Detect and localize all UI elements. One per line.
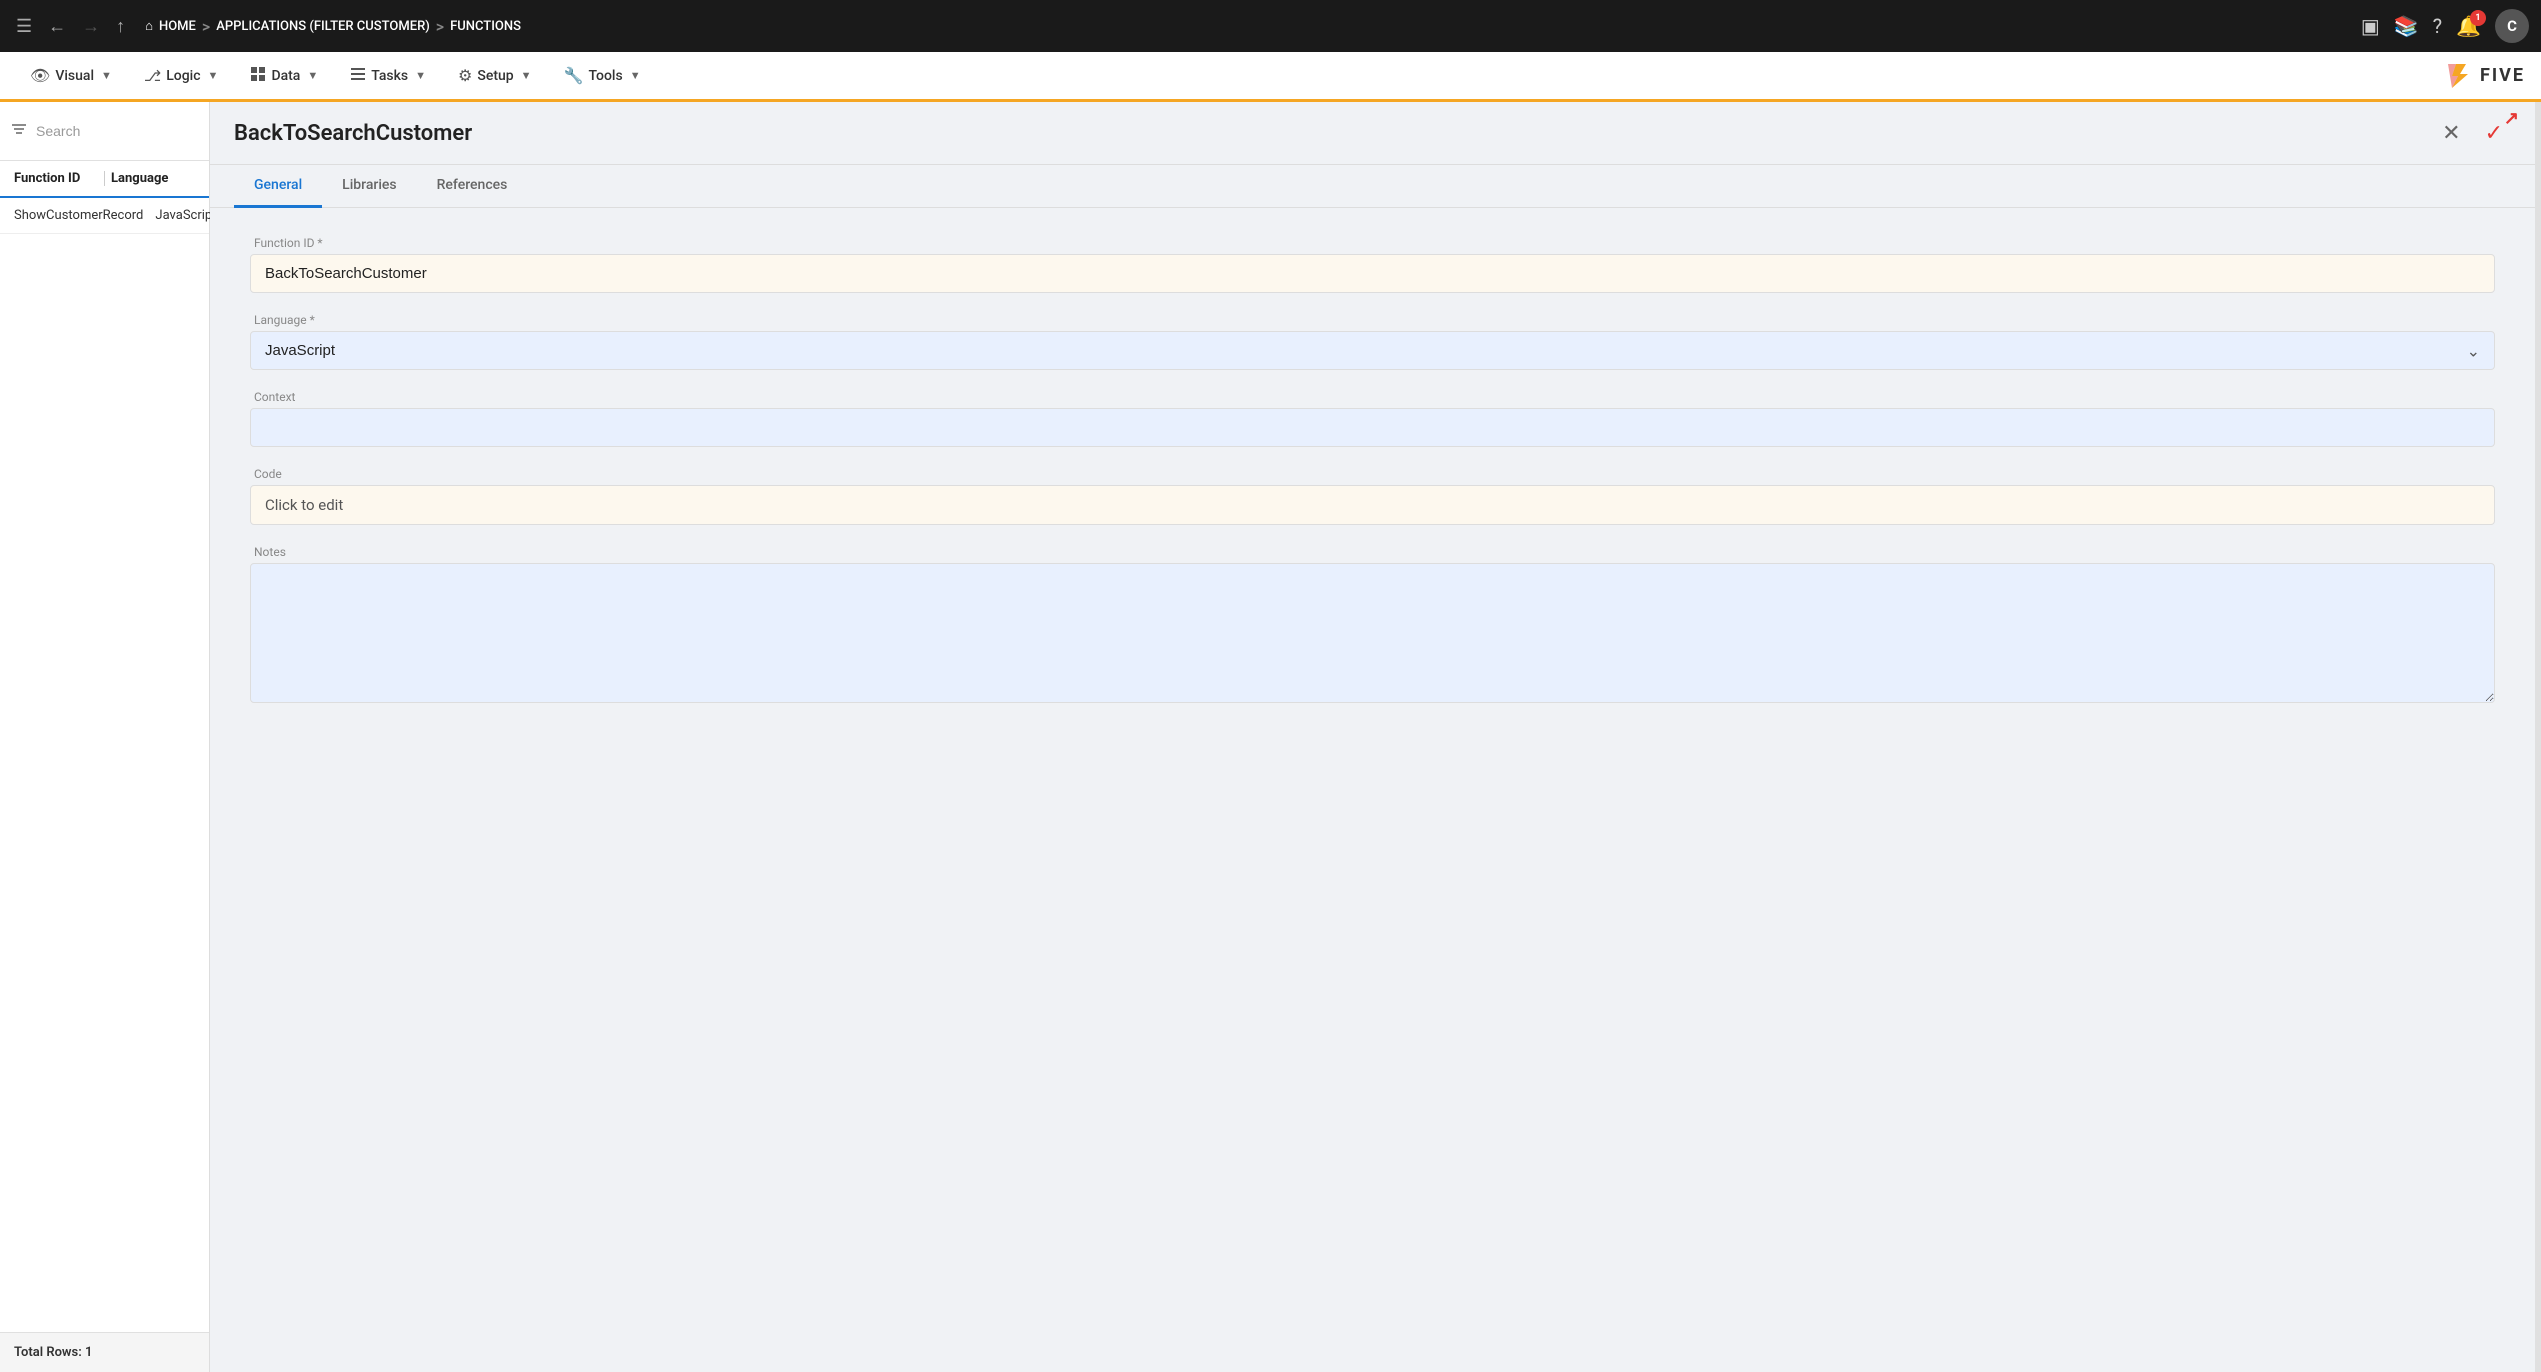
notes-label: Notes	[250, 545, 2495, 559]
logic-chevron: ▼	[208, 69, 219, 82]
breadcrumb: ⌂ HOME > APPLICATIONS (FILTER CUSTOMER) …	[145, 17, 521, 36]
breadcrumb-home[interactable]: HOME	[159, 19, 196, 34]
menu-setup-label: Setup	[477, 68, 513, 84]
support-icon[interactable]: ▣	[2361, 14, 2380, 38]
code-label: Code	[250, 467, 2495, 481]
five-logo-text: FIVE	[2480, 65, 2525, 86]
forward-icon[interactable]: →	[78, 12, 104, 41]
tab-libraries[interactable]: Libraries	[322, 165, 416, 208]
function-id-input[interactable]	[250, 254, 2495, 293]
setup-chevron: ▼	[521, 69, 532, 82]
filter-icon[interactable]	[10, 120, 28, 143]
notes-field: Notes	[250, 545, 2495, 703]
menu-tasks-label: Tasks	[371, 68, 408, 84]
right-scrollbar[interactable]	[2535, 102, 2541, 1372]
menu-logic-label: Logic	[166, 68, 200, 84]
main-content: + Function ID Language ShowCustomerRecor…	[0, 102, 2541, 1372]
menu-bar: 👁 Visual ▼ ⎇ Logic ▼ Data ▼ Tasks ▼ ⚙ Se…	[0, 52, 2541, 102]
library-icon[interactable]: 📚	[2394, 14, 2419, 38]
notes-input[interactable]	[250, 563, 2495, 703]
row-language: JavaScript	[155, 208, 216, 223]
tools-chevron: ▼	[630, 69, 641, 82]
table-rows-container: ShowCustomerRecord JavaScript	[0, 198, 209, 234]
menu-setup[interactable]: ⚙ Setup ▼	[444, 58, 546, 93]
home-icon: ⌂	[145, 18, 153, 34]
context-input[interactable]	[250, 408, 2495, 447]
menu-data-label: Data	[271, 68, 300, 84]
record-actions: ✕ ✓ ↗	[2434, 116, 2511, 150]
code-edit-area[interactable]: Click to edit	[250, 485, 2495, 525]
menu-visual-label: Visual	[55, 68, 94, 84]
visual-icon: 👁	[30, 66, 50, 85]
language-select[interactable]: JavaScript Python TypeScript	[251, 332, 2494, 369]
tab-references[interactable]: References	[417, 165, 528, 208]
tools-icon: 🔧	[564, 66, 584, 85]
context-label: Context	[250, 390, 2495, 404]
tab-general[interactable]: General	[234, 165, 322, 208]
tabs-bar: General Libraries References	[210, 165, 2535, 208]
breadcrumb-functions[interactable]: FUNCTIONS	[450, 19, 521, 34]
menu-logic[interactable]: ⎇ Logic ▼	[130, 59, 233, 93]
function-id-field: Function ID *	[250, 236, 2495, 293]
arrow-indicator: ↗	[2504, 108, 2519, 129]
tasks-icon	[350, 66, 366, 86]
record-header: BackToSearchCustomer ✕ ✓ ↗	[210, 102, 2535, 165]
language-select-wrapper: JavaScript Python TypeScript ⌄	[250, 331, 2495, 370]
avatar[interactable]: C	[2495, 9, 2529, 43]
breadcrumb-sep-2: >	[436, 17, 444, 36]
close-button[interactable]: ✕	[2434, 116, 2468, 150]
col-header-language: Language	[111, 171, 195, 186]
menu-visual[interactable]: 👁 Visual ▼	[16, 58, 126, 93]
code-field: Code Click to edit	[250, 467, 2495, 525]
breadcrumb-apps[interactable]: APPLICATIONS (FILTER CUSTOMER)	[216, 19, 430, 34]
menu-tasks[interactable]: Tasks ▼	[336, 58, 440, 94]
menu-tools-label: Tools	[588, 68, 622, 84]
search-input[interactable]	[36, 123, 217, 139]
table-row[interactable]: ShowCustomerRecord JavaScript	[0, 198, 209, 234]
language-field: Language * JavaScript Python TypeScript …	[250, 313, 2495, 370]
logic-icon: ⎇	[144, 67, 161, 85]
help-icon[interactable]: ?	[2433, 14, 2442, 38]
notification-icon[interactable]: 🔔 1	[2456, 14, 2481, 38]
form-area: Function ID * Language * JavaScript Pyth…	[210, 208, 2535, 1372]
setup-icon: ⚙	[458, 66, 472, 85]
left-panel: + Function ID Language ShowCustomerRecor…	[0, 102, 210, 1372]
row-function-id: ShowCustomerRecord	[14, 208, 143, 223]
data-chevron: ▼	[307, 69, 318, 82]
hamburger-icon[interactable]: ☰	[12, 12, 36, 41]
menu-data[interactable]: Data ▼	[236, 58, 332, 94]
top-nav-right: ▣ 📚 ? 🔔 1 C	[2361, 9, 2529, 43]
record-title: BackToSearchCustomer	[234, 121, 2434, 146]
up-icon[interactable]: ↑	[112, 12, 129, 41]
visual-chevron: ▼	[101, 69, 112, 82]
language-label: Language *	[250, 313, 2495, 327]
context-field: Context	[250, 390, 2495, 447]
function-id-label: Function ID *	[250, 236, 2495, 250]
top-navigation: ☰ ← → ↑ ⌂ HOME > APPLICATIONS (FILTER CU…	[0, 0, 2541, 52]
five-logo: FIVE	[2442, 60, 2525, 92]
right-panel: BackToSearchCustomer ✕ ✓ ↗ General Libra…	[210, 102, 2535, 1372]
table-footer: Total Rows: 1	[0, 1332, 209, 1372]
data-icon	[250, 66, 266, 86]
tasks-chevron: ▼	[415, 69, 426, 82]
col-header-function-id: Function ID	[14, 171, 98, 186]
search-bar: +	[0, 102, 209, 161]
menu-tools[interactable]: 🔧 Tools ▼	[550, 58, 655, 93]
table-header: Function ID Language	[0, 161, 209, 198]
notification-badge: 1	[2470, 10, 2486, 26]
back-icon[interactable]: ←	[44, 12, 70, 41]
col-divider	[104, 171, 105, 186]
breadcrumb-sep-1: >	[202, 17, 210, 36]
